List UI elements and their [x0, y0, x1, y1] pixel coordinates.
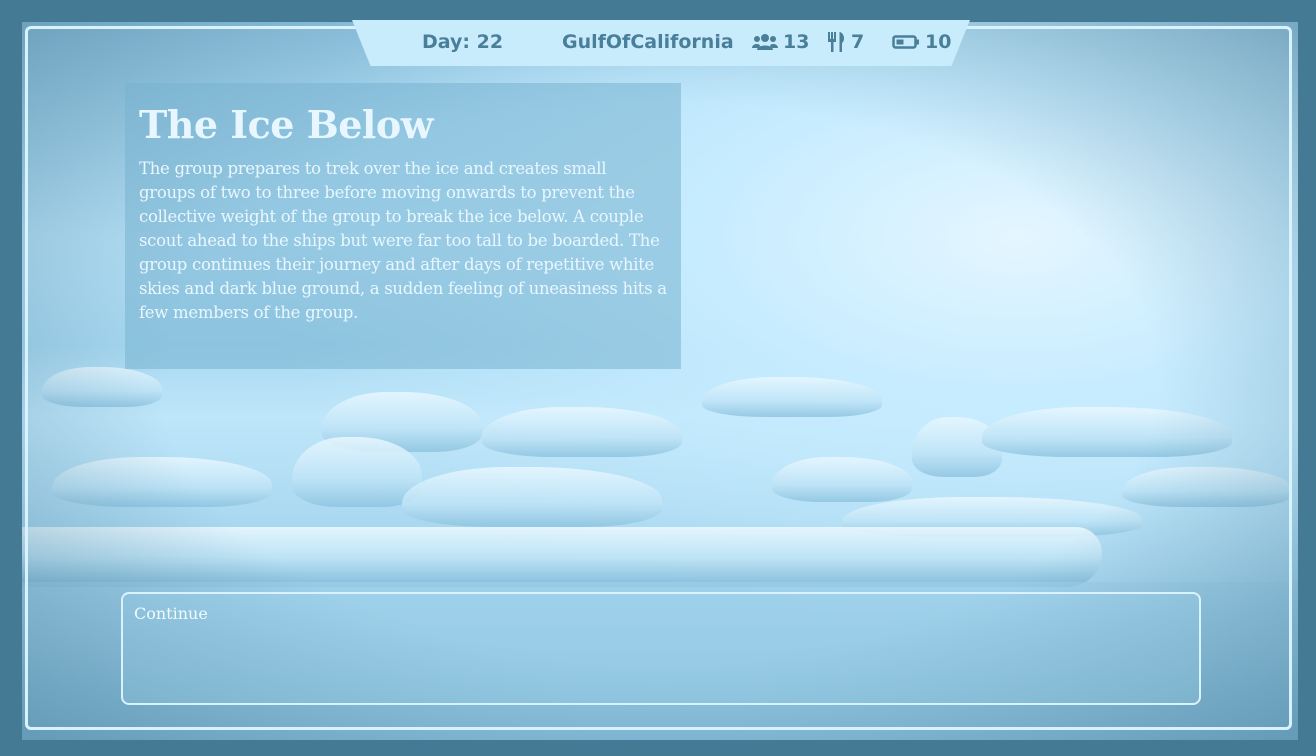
- status-bar: Day: 22 GulfOfCalifornia 13 7 10: [352, 20, 970, 66]
- food-icon: [826, 31, 846, 53]
- group-count: 13: [783, 31, 810, 53]
- group-stat: 13: [752, 31, 809, 53]
- battery-count: 10: [925, 31, 952, 53]
- food-count: 7: [851, 31, 865, 53]
- battery-stat: 10: [892, 31, 951, 53]
- story-panel: The Ice Below The group prepares to trek…: [125, 83, 681, 369]
- story-title: The Ice Below: [139, 102, 433, 147]
- group-icon: [752, 33, 778, 51]
- battery-icon: [892, 34, 920, 50]
- continue-label: Continue: [134, 604, 208, 623]
- food-stat: 7: [826, 31, 864, 53]
- location-name: GulfOfCalifornia: [562, 31, 734, 53]
- story-body: The group prepares to trek over the ice …: [139, 159, 667, 322]
- day-counter: Day: 22: [422, 31, 504, 53]
- game-screen: Day: 22 GulfOfCalifornia 13 7 10 The Ice…: [0, 0, 1316, 756]
- continue-button[interactable]: Continue: [121, 592, 1201, 705]
